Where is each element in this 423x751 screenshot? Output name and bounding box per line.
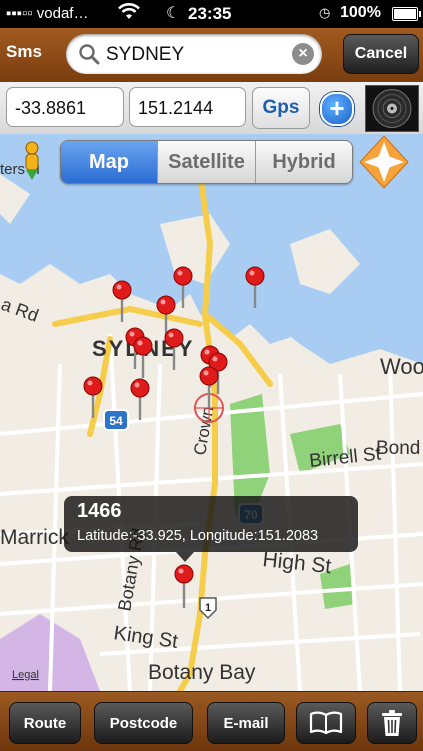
- wifi-icon: [118, 2, 140, 27]
- latitude-field[interactable]: -33.8861: [6, 87, 124, 127]
- add-icon[interactable]: +: [320, 92, 354, 126]
- longitude-field[interactable]: 151.2144: [129, 87, 246, 127]
- book-icon: [309, 711, 343, 735]
- map-type-selector: Map Satellite Hybrid: [60, 140, 353, 184]
- search-icon: [78, 43, 100, 70]
- bottom-toolbar: Route Postcode E-mail: [0, 691, 423, 751]
- top-bar: Sms × Cancel: [0, 28, 423, 83]
- battery-icon: [392, 7, 421, 21]
- map-canvas: SYDNEY Woo Birrell St Bond Marrick High …: [0, 134, 423, 691]
- label-marrick: Marrick: [0, 526, 69, 549]
- bookmarks-button[interactable]: [296, 702, 356, 744]
- moon-icon: ☾: [166, 5, 181, 22]
- tab-hybrid[interactable]: Hybrid: [255, 141, 352, 183]
- pin-callout[interactable]: 1466 Latitude:-33.925, Longitude:151.208…: [64, 496, 358, 562]
- clock: 23:35: [188, 4, 232, 23]
- carrier-label: ▪▪▪▫▫ vodaf…: [6, 5, 89, 22]
- email-button[interactable]: E-mail: [207, 702, 285, 744]
- label-woo: Woo: [380, 354, 423, 379]
- label-botany-bay: Botany Bay: [148, 661, 256, 684]
- route-shield-1-label: 1: [205, 602, 211, 614]
- sms-button[interactable]: Sms: [6, 42, 42, 62]
- map-view[interactable]: SYDNEY Woo Birrell St Bond Marrick High …: [0, 134, 423, 691]
- search-field[interactable]: ×: [66, 34, 322, 74]
- delete-button[interactable]: [367, 702, 417, 744]
- battery-percent: 100%: [340, 4, 381, 21]
- alarm-icon: ◷: [319, 5, 331, 20]
- clear-icon[interactable]: ×: [292, 43, 314, 65]
- route-button[interactable]: Route: [9, 702, 81, 744]
- vinyl-record-button[interactable]: [365, 85, 419, 132]
- callout-subtitle: Latitude:-33.925, Longitude:151.2083: [77, 528, 319, 544]
- status-bar: ▪▪▪▫▫ vodaf… ☾ 23:35 ◷ 100%: [0, 0, 423, 28]
- tab-satellite[interactable]: Satellite: [157, 141, 255, 183]
- cancel-button[interactable]: Cancel: [343, 34, 419, 74]
- route-shield-54-label: 54: [109, 414, 123, 428]
- trash-icon: [382, 710, 402, 736]
- postcode-button[interactable]: Postcode: [94, 702, 193, 744]
- callout-title: 1466: [77, 500, 122, 522]
- search-input[interactable]: [104, 40, 298, 70]
- label-bond: Bond: [376, 438, 420, 459]
- coordinate-bar: -33.8861 151.2144 Gps +: [0, 82, 423, 134]
- gps-button[interactable]: Gps: [252, 87, 310, 129]
- tab-map[interactable]: Map: [61, 141, 157, 183]
- legal-link: Legal: [12, 669, 39, 681]
- callout-tail: [176, 552, 194, 562]
